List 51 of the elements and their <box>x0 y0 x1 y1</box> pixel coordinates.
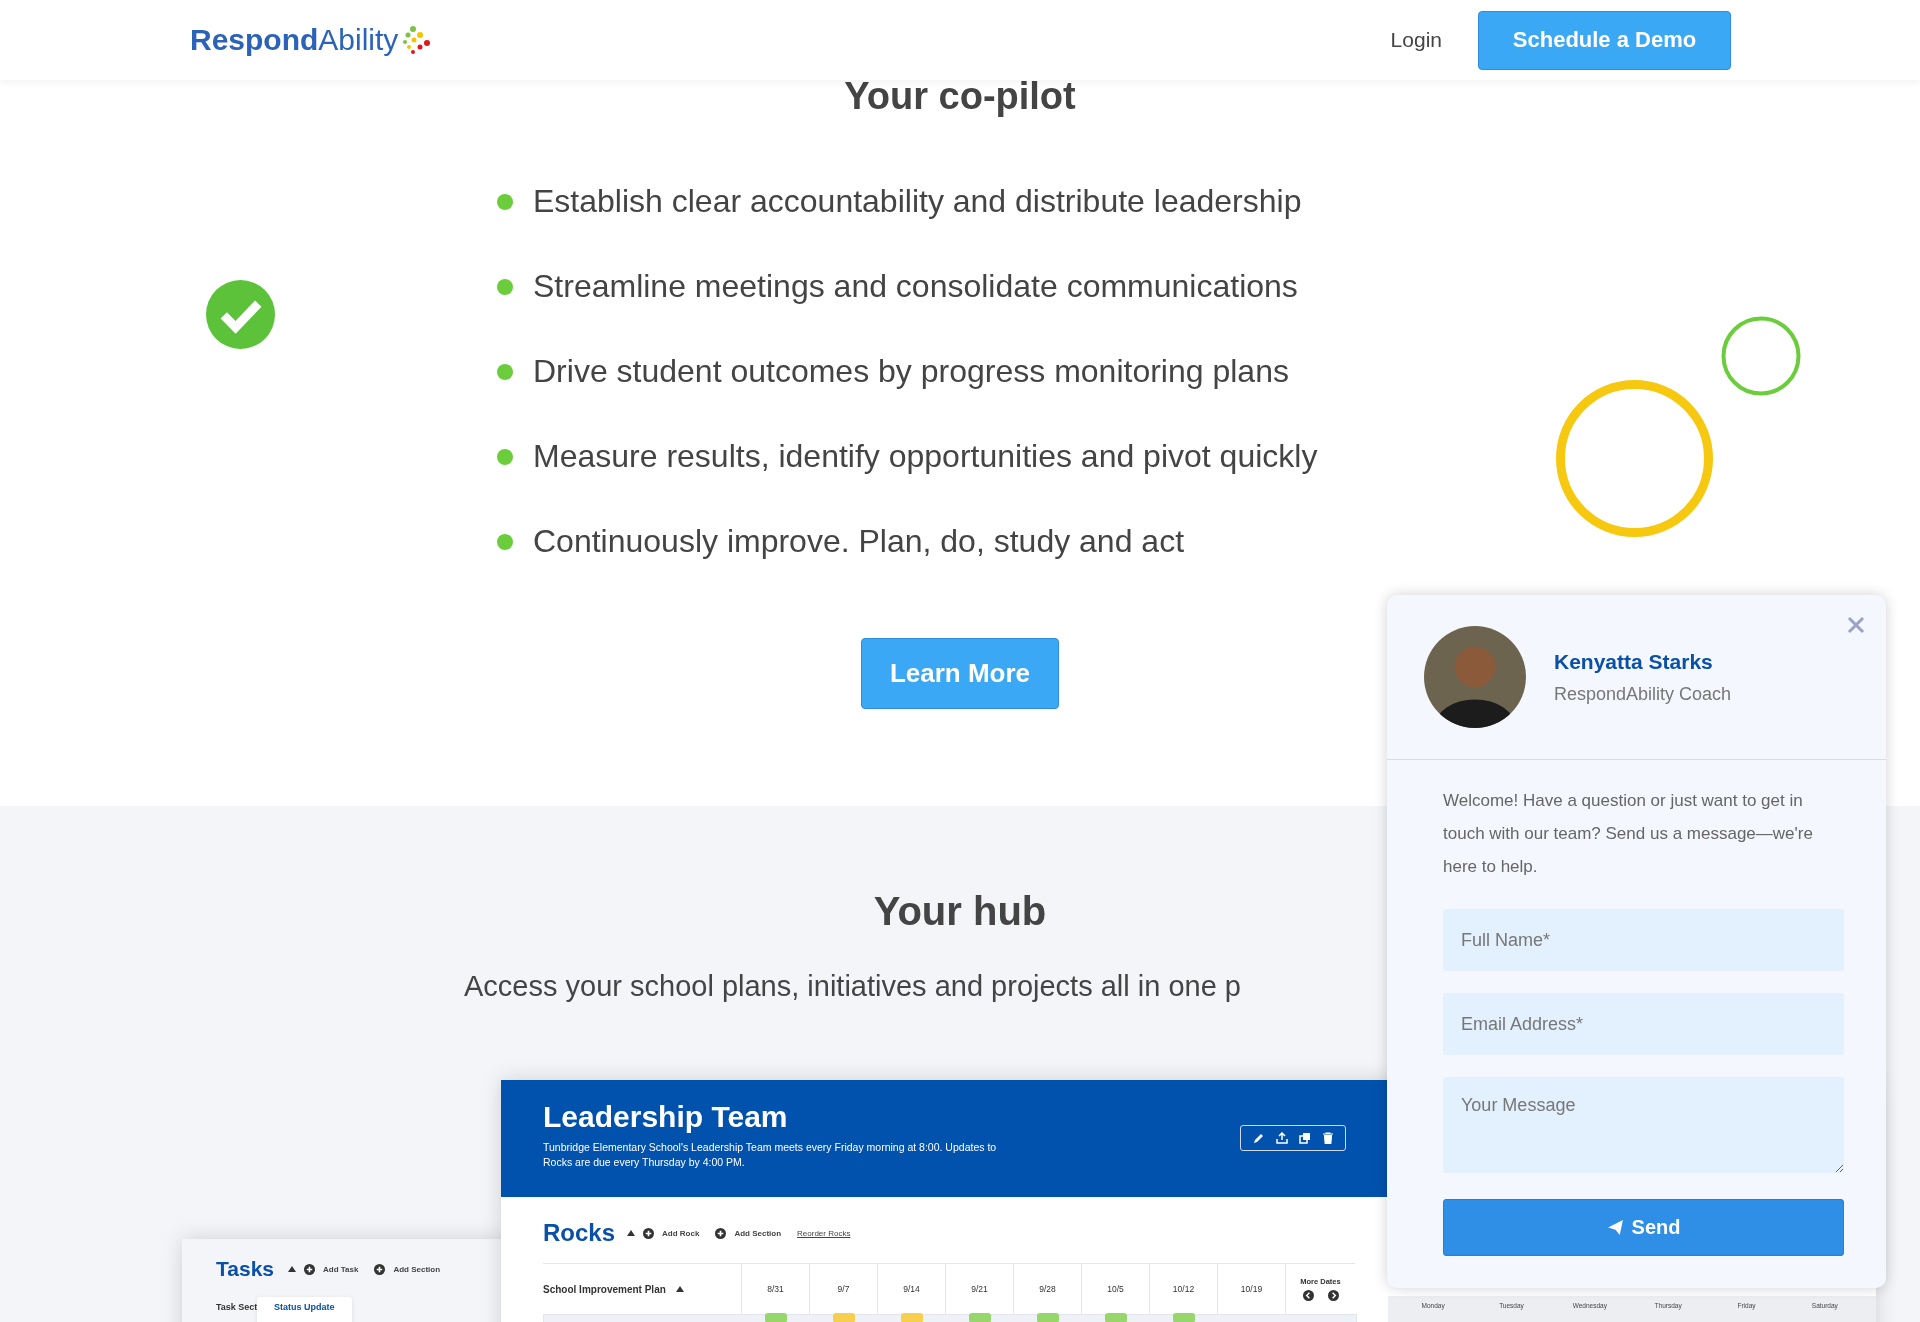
panel-description: Tunbridge Elementary School's Leadership Team meets every Friday morning at 8:00. Updates to Rocks are due every Thursday by 4:00 PM. <box>543 1140 998 1170</box>
bullet-dot-icon <box>497 448 513 465</box>
section-heading: Your hub <box>873 888 1047 935</box>
add-icon <box>715 1227 727 1239</box>
feature-text: Drive student outcomes by progress monitoring plans <box>533 353 1289 390</box>
action-link[interactable]: Add Rock <box>662 1228 700 1238</box>
next-icon[interactable] <box>1327 1290 1339 1301</box>
bullet-dot-icon <box>497 193 513 210</box>
section-subtitle: Access your school plans, initiatives and projects all in one p <box>464 969 1241 1004</box>
collapse-icon[interactable] <box>675 1286 684 1292</box>
coach-role: RespondAbility Coach <box>1554 683 1732 705</box>
feature-text: Streamline meetings and consolidate communications <box>533 268 1298 305</box>
card-title: Tasks <box>216 1257 274 1281</box>
action-link[interactable]: Add Section <box>734 1228 782 1238</box>
coach-name: Kenyatta Starks <box>1554 649 1714 674</box>
section-heading: Your co-pilot <box>844 74 1076 119</box>
ring-icon <box>1555 379 1714 538</box>
send-icon <box>1606 1219 1624 1236</box>
edit-icon[interactable] <box>1252 1132 1265 1144</box>
add-icon <box>374 1263 386 1275</box>
add-icon <box>643 1227 655 1239</box>
message-field[interactable]: Your Message <box>1443 1077 1844 1173</box>
logo-dots-icon <box>402 26 431 54</box>
bullet-dot-icon <box>497 278 513 295</box>
column-header: Task Sect <box>216 1302 258 1312</box>
feature-text: Measure results, identify opportunities and pivot quickly <box>533 438 1318 475</box>
collapse-icon[interactable] <box>288 1266 296 1272</box>
feature-text: Continuously improve. Plan, do, study and act <box>533 523 1185 560</box>
bullet-dot-icon <box>497 363 513 380</box>
collapse-icon[interactable] <box>627 1230 636 1236</box>
trash-icon[interactable] <box>1321 1132 1334 1144</box>
dropdown-menu-item[interactable]: Status Update <box>257 1297 352 1322</box>
welcome-message: Welcome! Have a question or just want to get in touch with our team? Send us a message—we're here to help. <box>1443 790 1814 878</box>
share-icon[interactable] <box>1275 1132 1288 1144</box>
add-icon <box>304 1263 315 1275</box>
logo-text[interactable]: RespondAbility <box>190 23 399 57</box>
reorder-link[interactable]: Reorder Rocks <box>797 1228 851 1238</box>
plan-name: School Improvement Plan <box>543 1283 666 1295</box>
input-field[interactable]: Full Name* <box>1443 909 1844 971</box>
section-title: Rocks <box>543 1219 616 1247</box>
action-link[interactable]: Add Section <box>393 1264 441 1274</box>
login-link[interactable]: Login <box>1390 28 1442 52</box>
action-link[interactable]: Add Task <box>323 1264 359 1274</box>
copy-icon[interactable] <box>1298 1132 1311 1144</box>
panel-title: Leadership Team <box>543 1100 788 1134</box>
checkmark-icon <box>206 280 275 349</box>
previous-icon[interactable] <box>1302 1290 1314 1301</box>
ring-icon <box>1721 316 1801 396</box>
bullet-dot-icon <box>497 533 513 550</box>
feature-text: Establish clear accountability and distribute leadership <box>533 183 1302 220</box>
input-field[interactable]: Email Address* <box>1443 993 1844 1055</box>
